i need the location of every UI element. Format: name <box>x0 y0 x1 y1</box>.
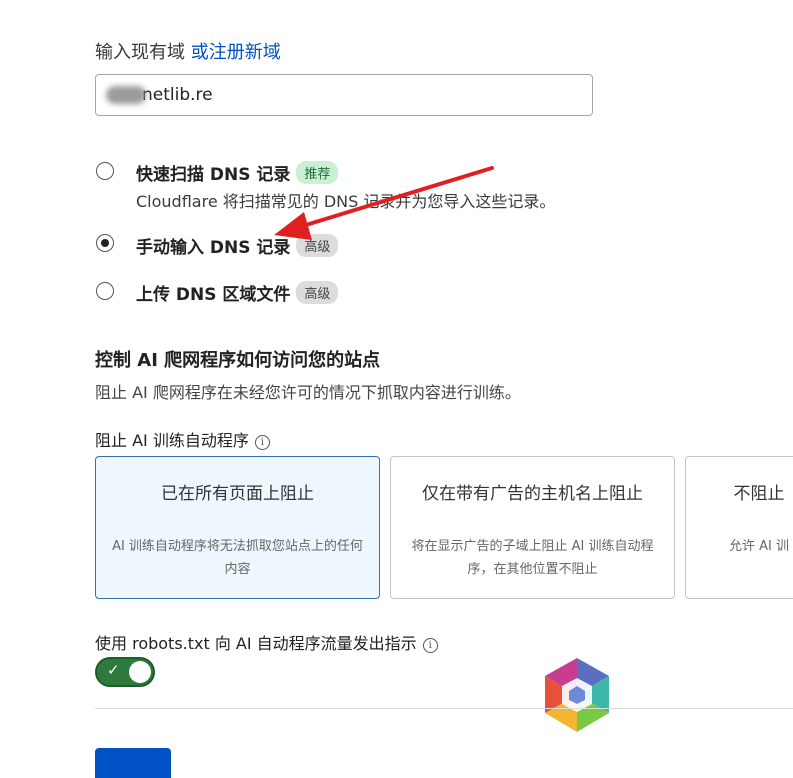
card-block-ads-title: 仅在带有广告的主机名上阻止 <box>422 484 643 504</box>
block-ai-label: 阻止 AI 训练自动程序 i <box>95 427 270 451</box>
option-upload-zone-title[interactable]: 上传 DNS 区域文件 高级 <box>136 280 339 305</box>
robots-toggle[interactable]: ✓ <box>95 657 155 687</box>
card-block-all-desc: AI 训练自动程序将无法抓取您站点上的任何内容 <box>112 539 363 577</box>
card-no-block[interactable]: 不阻止 允许 AI 训 <box>685 456 793 599</box>
continue-button[interactable] <box>95 748 171 778</box>
card-block-ads[interactable]: 仅在带有广告的主机名上阻止 将在显示广告的子域上阻止 AI 训练自动程序，在其他… <box>390 456 675 599</box>
card-block-all[interactable]: 已在所有页面上阻止 AI 训练自动程序将无法抓取您站点上的任何内容 <box>95 456 380 599</box>
hexagon-logo-watermark <box>545 658 609 732</box>
card-no-block-desc: 允许 AI 训 <box>729 539 789 554</box>
toggle-knob <box>129 661 151 683</box>
robots-label-text: 使用 robots.txt 向 AI 自动程序流量发出指示 <box>95 634 417 653</box>
domain-label-text: 输入现有域 <box>95 42 185 63</box>
advanced-badge: 高级 <box>296 281 339 304</box>
card-block-all-title: 已在所有页面上阻止 <box>161 484 314 504</box>
radio-manual-entry[interactable] <box>96 234 114 252</box>
section-divider <box>95 708 793 709</box>
domain-input[interactable] <box>95 74 593 116</box>
ai-crawl-title: 控制 AI 爬网程序如何访问您的站点 <box>95 350 381 371</box>
register-domain-link[interactable]: 或注册新域 <box>191 42 281 63</box>
redacted-blur <box>106 86 146 104</box>
radio-upload-zone[interactable] <box>96 282 114 300</box>
card-block-ads-desc: 将在显示广告的子域上阻止 AI 训练自动程序，在其他位置不阻止 <box>411 539 654 577</box>
domain-label: 输入现有域 或注册新域 <box>95 38 281 64</box>
block-ai-label-text: 阻止 AI 训练自动程序 <box>95 431 249 450</box>
option-upload-zone-label: 上传 DNS 区域文件 <box>136 285 291 305</box>
ai-crawl-desc: 阻止 AI 爬网程序在未经您许可的情况下抓取内容进行训练。 <box>95 383 521 402</box>
red-arrow-annotation <box>274 166 494 240</box>
check-icon: ✓ <box>107 661 120 679</box>
info-icon[interactable]: i <box>422 638 438 653</box>
radio-quick-scan[interactable] <box>96 162 114 180</box>
robots-label: 使用 robots.txt 向 AI 自动程序流量发出指示 i <box>95 630 438 654</box>
card-no-block-title: 不阻止 <box>733 484 785 504</box>
info-icon[interactable]: i <box>254 435 270 450</box>
